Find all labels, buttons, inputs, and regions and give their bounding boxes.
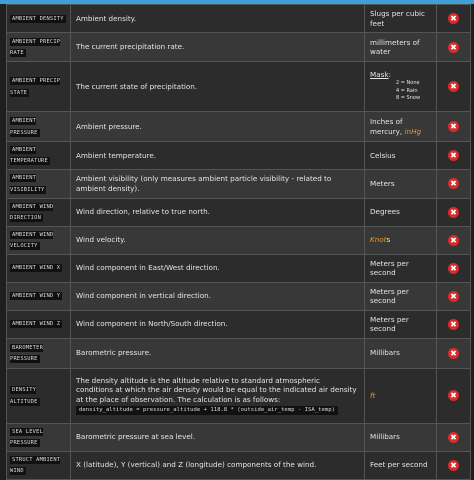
units: Meters per second [364,281,437,311]
units: Celsius [364,141,437,170]
table-row: BAROMETER PRESSURE Barometric pressure. … [6,337,471,369]
mask-value: 4 = Rain [396,87,418,94]
units: Meters per second [364,253,437,283]
description: Barometric pressure at sea level. [70,422,365,452]
units: Meters per second [364,309,437,339]
description: Wind component in North/South direction. [70,309,365,339]
variable-name: AMBIENT PRECIP STATE [10,77,61,97]
table-row: AMBIENT WIND X Wind component in East/We… [6,253,471,283]
delete-icon[interactable]: ✖ [448,431,459,443]
table-row: AMBIENT PRECIP STATE The current state o… [6,61,471,112]
units: Mask: 2 = None 4 = Rain 8 = Snow [364,61,437,112]
variable-name: SEA LEVEL PRESSURE [10,427,44,448]
units: Slugs per cubic feet [364,4,437,33]
table-row: DENSITY ALTITUDE The density altitude is… [6,367,471,424]
delete-icon[interactable]: ✖ [448,41,459,53]
variable-name: AMBIENT PRECIP RATE [10,37,61,57]
description: Ambient visibility (only measures ambien… [70,168,365,199]
unit-text: Inches of mercury, [370,117,403,136]
variable-name: AMBIENT WIND Z [10,320,63,329]
delete-icon[interactable]: ✖ [448,459,459,471]
description: Wind component in vertical direction. [70,281,365,311]
unit-abbrev: ft [370,390,376,400]
delete-icon[interactable]: ✖ [448,262,459,274]
table-row: AMBIENT WIND DIRECTION Wind direction, r… [6,197,471,227]
table-row: AMBIENT WIND Y Wind component in vertica… [6,281,471,311]
description: Wind direction, relative to true north. [70,197,365,227]
units: Millibars [364,422,437,452]
delete-icon[interactable]: ✖ [448,206,459,218]
table-row: AMBIENT WIND VELOCITY Wind velocity. Kno… [6,225,471,255]
variable-name: DENSITY ALTITUDE [10,386,40,406]
table-row: AMBIENT TEMPERATURE Ambient temperature.… [6,141,471,170]
table-row: AMBIENT DENSITY Ambient density. Slugs p… [6,4,471,33]
mask-value: 8 = Snow [396,95,421,102]
description: Ambient temperature. [70,141,365,170]
variable-name: AMBIENT TEMPERATURE [10,146,50,166]
description: Ambient pressure. [70,111,365,142]
description: The current precipitation rate. [70,32,365,62]
description: Wind velocity. [70,225,365,255]
variable-name: AMBIENT WIND VELOCITY [10,230,54,251]
delete-icon[interactable]: ✖ [448,149,459,161]
mask-value: 2 = None [396,80,420,87]
delete-icon[interactable]: ✖ [448,390,459,402]
mask-values: 2 = None 4 = Rain 8 = Snow [396,80,431,103]
units: Millibars [364,337,437,369]
description: The current state of precipitation. [70,61,365,112]
units: Meters [364,168,437,199]
units: millimeters of water [364,32,437,62]
units: Degrees [364,197,437,227]
simvars-table: AMBIENT DENSITY Ambient density. Slugs p… [6,4,471,480]
table-row: AMBIENT PRESSURE Ambient pressure. Inche… [6,111,471,142]
variable-name: AMBIENT VISIBILITY [10,174,47,194]
units: Inches of mercury, inHg [364,111,437,142]
table-row: SEA LEVEL PRESSURE Barometric pressure a… [6,422,471,452]
description: Ambient density. [70,4,365,33]
units: ft [364,367,437,424]
unit-abbrev: Knot [370,235,387,245]
delete-icon[interactable]: ✖ [448,347,459,359]
description: Wind component in East/West direction. [70,253,365,283]
unit-text: s [386,235,391,245]
unit-abbrev: inHg [404,126,422,136]
variable-name: BAROMETER PRESSURE [10,343,44,364]
table-row: AMBIENT PRECIP RATE The current precipit… [6,32,471,62]
delete-icon[interactable]: ✖ [448,290,459,302]
units: Knots [364,225,437,255]
mask-title: Mask [370,70,389,80]
delete-icon[interactable]: ✖ [448,318,459,330]
delete-icon[interactable]: ✖ [448,121,459,132]
table-row: AMBIENT WIND Z Wind component in North/S… [6,309,471,339]
description: Barometric pressure. [70,337,365,369]
variable-name: STRUCT AMBIENT WIND [10,455,61,476]
variable-name: AMBIENT WIND DIRECTION [10,202,54,223]
delete-icon[interactable]: ✖ [448,234,459,246]
delete-icon[interactable]: ✖ [448,13,459,24]
table-row: AMBIENT VISIBILITY Ambient visibility (o… [6,168,471,199]
description: The density altitude is the altitude rel… [76,375,357,404]
variable-name: AMBIENT PRESSURE [10,117,40,137]
variable-name: AMBIENT WIND Y [10,292,63,301]
variable-name: AMBIENT WIND X [10,264,63,273]
delete-icon[interactable]: ✖ [448,81,459,92]
delete-icon[interactable]: ✖ [448,178,459,190]
formula-code: density_altitude = pressure_altitude + 1… [76,405,338,416]
variable-name: AMBIENT DENSITY [10,14,66,23]
